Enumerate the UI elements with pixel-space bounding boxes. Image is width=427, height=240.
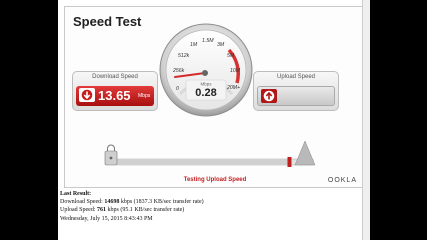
download-label: Download Speed [92,74,138,80]
upload-arrow-icon [261,89,277,103]
progress-fill [117,159,290,165]
gauge-tick-256k: 256k [172,68,185,74]
download-panel: Download Speed 13.65 Mbps [72,71,158,111]
gauge-tick-1-5m: 1.5M [202,38,214,44]
app-title: Speed Test [73,14,142,29]
last-result-block: Last Result: Download Speed: 14698 kbps … [60,190,204,223]
progress-marker [287,157,292,167]
remote-server-icon [294,141,316,166]
download-arrow-icon [79,88,95,102]
progress-track [104,141,316,167]
brand-logo: OOKLA [327,177,357,184]
download-speed-value: 13.65 [98,88,131,103]
gauge-tick-512k: 512k [178,53,190,59]
upload-value-bar [257,86,335,106]
status-text: Testing Upload Speed [183,177,247,183]
download-speed-unit: Mbps [138,93,151,99]
download-value-bar: 13.65 Mbps [76,86,154,106]
gauge-tick-10m: 10M [230,68,241,74]
upload-label: Upload Speed [276,74,316,80]
gauge-tick-0: 0 [176,86,179,92]
gauge-hub [202,70,208,76]
server-lock-icon [104,144,118,166]
last-download-line: Download Speed: 14698 kbps (1837.3 KB/se… [60,199,204,206]
last-result-heading: Last Result: [60,191,92,197]
gauge-tick-20m: 20M+ [226,85,240,91]
last-result-timestamp: Wednesday, July 15, 2015 8:43:43 PM [60,215,153,222]
upload-panel: Upload Speed [253,71,339,111]
gauge-unit: Mbps [200,82,212,87]
speed-gauge: 0 256k 512k 1M 1.5M 3M 5M 10M 20M+ Mbps … [159,23,253,117]
page: Speed Test Download Speed 13.65 Mbps Upl… [58,0,370,240]
speedtest-widget: Speed Test Download Speed 13.65 Mbps Upl… [64,6,364,188]
gauge-tick-5m: 5M [227,53,235,59]
gauge-reading: 0.28 [195,87,216,99]
vertical-scrollbar[interactable] [362,0,370,240]
gauge-tick-3m: 3M [217,42,225,48]
last-upload-line: Upload Speed: 761 kbps (95.1 KB/sec tran… [60,207,185,214]
gauge-tick-1m: 1M [190,42,198,48]
